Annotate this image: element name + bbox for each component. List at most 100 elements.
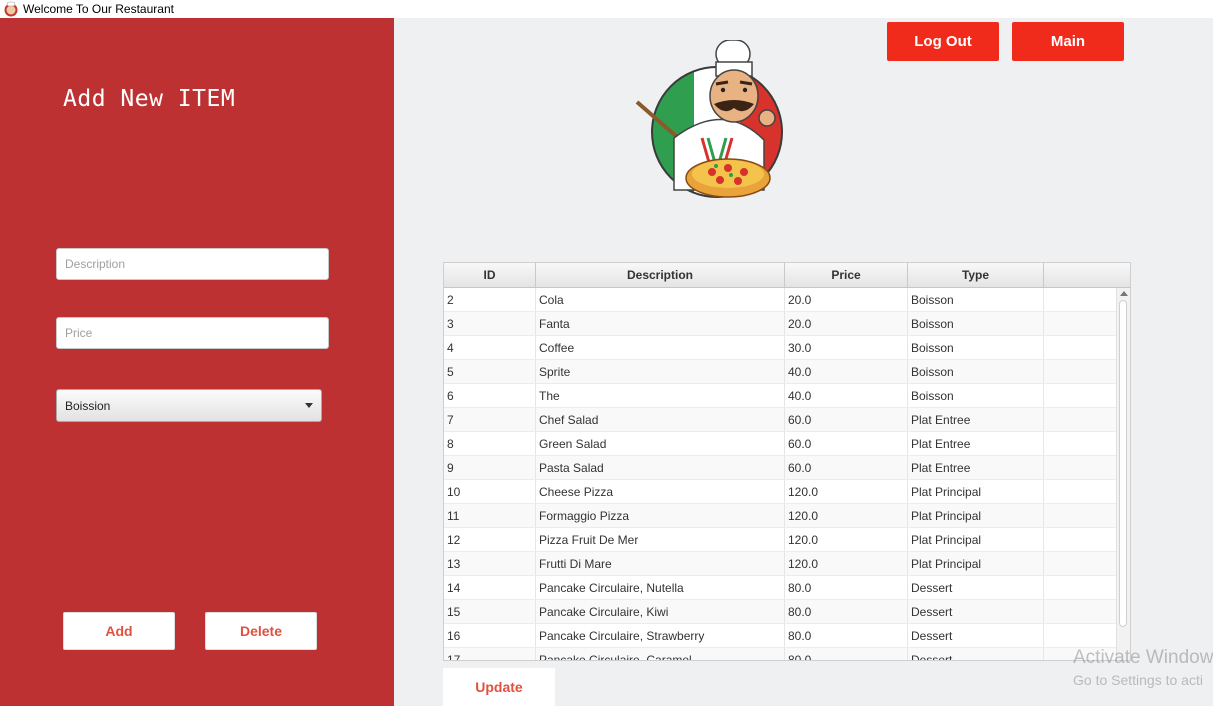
cell-price: 120.0 [785,528,908,551]
chevron-down-icon [305,403,313,408]
form-heading: Add New ITEM [63,86,236,112]
cell-type: Boisson [908,336,1044,359]
cell-empty [1044,504,1118,527]
cell-price: 80.0 [785,600,908,623]
cell-type: Dessert [908,648,1044,660]
table-row[interactable]: 8 Green Salad 60.0 Plat Entree [444,432,1118,456]
cell-empty [1044,624,1118,647]
watermark-line-2: Go to Settings to acti [1073,672,1203,688]
cell-id: 10 [444,480,536,503]
cell-type: Boisson [908,288,1044,311]
cell-description: Pancake Circulaire, Caramel [536,648,785,660]
cell-id: 16 [444,624,536,647]
cell-type: Plat Principal [908,504,1044,527]
cell-empty [1044,456,1118,479]
cell-empty [1044,288,1118,311]
type-select[interactable]: Boission [56,389,322,422]
cell-description: Sprite [536,360,785,383]
table-row[interactable]: 4 Coffee 30.0 Boisson [444,336,1118,360]
table-row[interactable]: 14 Pancake Circulaire, Nutella 80.0 Dessert [444,576,1118,600]
cell-price: 120.0 [785,480,908,503]
cell-id: 17 [444,648,536,660]
cell-empty [1044,336,1118,359]
table-row[interactable]: 6 The 40.0 Boisson [444,384,1118,408]
cell-type: Boisson [908,312,1044,335]
cell-empty [1044,360,1118,383]
window-title: Welcome To Our Restaurant [23,2,174,16]
cell-id: 12 [444,528,536,551]
windows-activation-watermark: Activate Window Go to Settings to acti [1073,647,1213,688]
logout-button[interactable]: Log Out [887,22,999,61]
cell-price: 60.0 [785,432,908,455]
column-header-type[interactable]: Type [908,263,1044,287]
table-row[interactable]: 2 Cola 20.0 Boisson [444,288,1118,312]
update-button[interactable]: Update [443,668,555,706]
cell-id: 9 [444,456,536,479]
table-row[interactable]: 3 Fanta 20.0 Boisson [444,312,1118,336]
cell-type: Plat Entree [908,456,1044,479]
cell-price: 80.0 [785,576,908,599]
delete-button[interactable]: Delete [205,612,317,650]
watermark-line-1: Activate Window [1073,647,1213,668]
table-row[interactable]: 13 Frutti Di Mare 120.0 Plat Principal [444,552,1118,576]
column-header-description[interactable]: Description [536,263,785,287]
cell-empty [1044,408,1118,431]
cell-type: Dessert [908,576,1044,599]
table-row[interactable]: 15 Pancake Circulaire, Kiwi 80.0 Dessert [444,600,1118,624]
cell-id: 6 [444,384,536,407]
cell-price: 80.0 [785,624,908,647]
add-item-panel: Add New ITEM [0,18,394,706]
cell-description: Pancake Circulaire, Strawberry [536,624,785,647]
cell-empty [1044,312,1118,335]
cell-price: 120.0 [785,552,908,575]
cell-id: 13 [444,552,536,575]
cell-price: 40.0 [785,360,908,383]
table-row[interactable]: 5 Sprite 40.0 Boisson [444,360,1118,384]
cell-type: Boisson [908,384,1044,407]
cell-type: Plat Principal [908,528,1044,551]
table-row[interactable]: 17 Pancake Circulaire, Caramel 80.0 Dessert [444,648,1118,660]
cell-type: Dessert [908,600,1044,623]
cell-description: Chef Salad [536,408,785,431]
table-row[interactable]: 12 Pizza Fruit De Mer 120.0 Plat Principal [444,528,1118,552]
cell-price: 30.0 [785,336,908,359]
main-button[interactable]: Main [1012,22,1124,61]
table-row[interactable]: 7 Chef Salad 60.0 Plat Entree [444,408,1118,432]
cell-type: Boisson [908,360,1044,383]
cell-description: Cola [536,288,785,311]
cell-id: 2 [444,288,536,311]
add-button[interactable]: Add [63,612,175,650]
scrollbar-thumb[interactable] [1119,300,1127,627]
cell-id: 5 [444,360,536,383]
table-row[interactable]: 9 Pasta Salad 60.0 Plat Entree [444,456,1118,480]
table-row[interactable]: 10 Cheese Pizza 120.0 Plat Principal [444,480,1118,504]
cell-empty [1044,480,1118,503]
column-header-id[interactable]: ID [444,263,536,287]
scroll-up-arrow-icon[interactable] [1120,291,1128,296]
cell-price: 60.0 [785,456,908,479]
table-header: ID Description Price Type [444,263,1130,288]
cell-id: 4 [444,336,536,359]
cell-type: Plat Entree [908,408,1044,431]
cell-type: Dessert [908,624,1044,647]
table-body: 2 Cola 20.0 Boisson 3 Fanta 20.0 Boisson 4 Coffee… [444,288,1118,660]
cell-empty [1044,432,1118,455]
cell-empty [1044,576,1118,599]
table-scrollbar[interactable] [1116,288,1130,660]
window-titlebar: Welcome To Our Restaurant [0,0,1213,18]
cell-price: 60.0 [785,408,908,431]
price-input[interactable] [56,317,329,349]
cell-description: Coffee [536,336,785,359]
cell-description: The [536,384,785,407]
cell-description: Green Salad [536,432,785,455]
description-input[interactable] [56,248,329,280]
cell-description: Cheese Pizza [536,480,785,503]
cell-empty [1044,552,1118,575]
table-row[interactable]: 16 Pancake Circulaire, Strawberry 80.0 Dess… [444,624,1118,648]
table-row[interactable]: 11 Formaggio Pizza 120.0 Plat Principal [444,504,1118,528]
cell-type: Plat Principal [908,552,1044,575]
items-table[interactable]: ID Description Price Type 2 Cola 20.0 Boiss… [443,262,1131,661]
column-header-price[interactable]: Price [785,263,908,287]
cell-id: 3 [444,312,536,335]
chef-app-icon [4,1,18,17]
